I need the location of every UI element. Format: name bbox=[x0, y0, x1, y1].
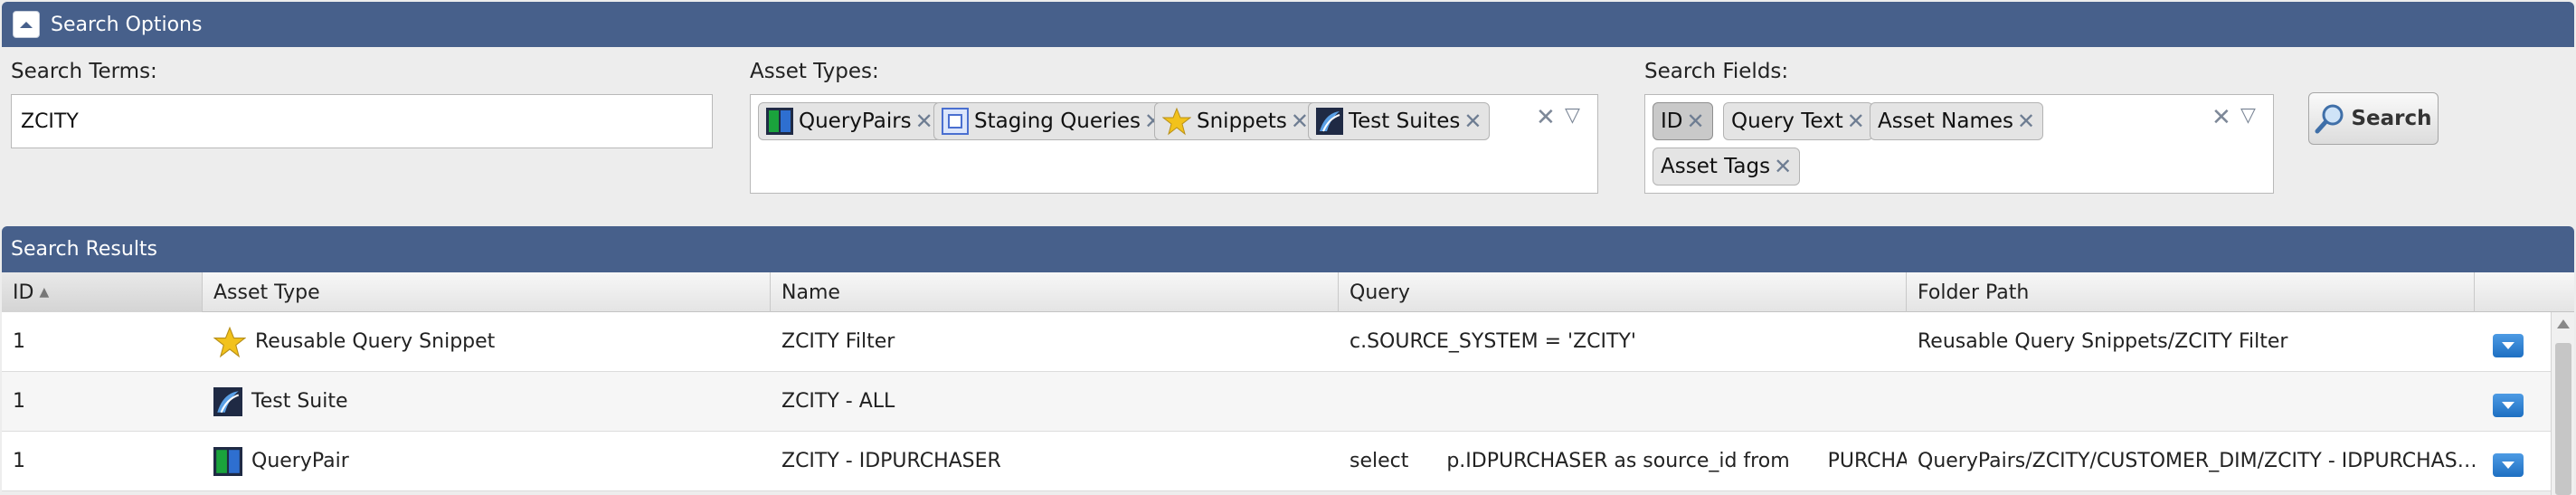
row-menu-button[interactable] bbox=[2493, 453, 2524, 477]
search-button-label: Search bbox=[2351, 107, 2432, 130]
chevron-down-icon bbox=[2502, 462, 2514, 469]
search-field-tag-label: Query Text bbox=[1731, 109, 1843, 133]
cell-asset-type: Test Suite bbox=[203, 372, 771, 431]
cell-query bbox=[1339, 372, 1907, 431]
asset-type-tag-label: Staging Queries bbox=[974, 109, 1141, 133]
column-header-id[interactable]: ID ▲ bbox=[2, 272, 203, 312]
asset-types-tagbox[interactable]: QueryPairs ✕ Staging Queries ✕ Snippets … bbox=[750, 94, 1598, 194]
test-suite-icon bbox=[1316, 108, 1343, 135]
search-results-title: Search Results bbox=[11, 238, 158, 261]
cell-id: 1 bbox=[13, 450, 25, 472]
asset-type-tag-label: Test Suites bbox=[1349, 109, 1461, 133]
search-fields-label: Search Fields: bbox=[1644, 60, 1789, 83]
asset-type-tag-querypairs: QueryPairs ✕ bbox=[758, 102, 942, 140]
column-header-name[interactable]: Name bbox=[771, 272, 1339, 312]
cell-name: ZCITY - ALL bbox=[781, 390, 895, 413]
remove-tag-icon[interactable]: ✕ bbox=[1687, 109, 1705, 134]
asset-type-tag-test-suites: Test Suites ✕ bbox=[1308, 102, 1491, 140]
staging-query-icon bbox=[942, 108, 969, 135]
column-header-query[interactable]: Query bbox=[1339, 272, 1907, 312]
asset-type-tag-label: QueryPairs bbox=[799, 109, 912, 133]
table-row[interactable]: 1 QueryPair ZCITY - IDPURCHASER select p… bbox=[2, 432, 2551, 491]
clear-all-icon[interactable]: ✕ bbox=[1536, 104, 1556, 131]
search-field-tag-label: Asset Names bbox=[1878, 109, 2014, 133]
search-options-title: Search Options bbox=[51, 13, 203, 36]
column-header-asset-type[interactable]: Asset Type bbox=[203, 272, 771, 312]
cell-query: select p.IDPURCHASER as source_id from P… bbox=[1350, 450, 1907, 472]
star-icon bbox=[1162, 107, 1191, 136]
table-row[interactable]: 1 Reusable Query Snippet ZCITY Filter c.… bbox=[2, 312, 2551, 372]
remove-tag-icon[interactable]: ✕ bbox=[1847, 109, 1865, 134]
scroll-thumb[interactable] bbox=[2555, 343, 2571, 495]
search-field-tag-query-text: Query Text ✕ bbox=[1723, 102, 1873, 140]
remove-tag-icon[interactable]: ✕ bbox=[915, 109, 933, 134]
cell-folder-path bbox=[1907, 372, 2475, 431]
cell-name: ZCITY Filter bbox=[781, 330, 895, 353]
table-row[interactable]: 1 Test Suite ZCITY - ALL bbox=[2, 372, 2551, 432]
cell-folder-path: Reusable Query Snippets/ZCITY Filter bbox=[1918, 330, 2288, 353]
cell-asset-type: Reusable Query Snippet bbox=[203, 312, 771, 371]
asset-types-label: Asset Types: bbox=[750, 60, 879, 83]
search-fields-tagbox[interactable]: ID ✕ Query Text ✕ Asset Names ✕ Asset Ta… bbox=[1644, 94, 2274, 194]
scroll-up-icon[interactable] bbox=[2557, 319, 2570, 328]
search-terms-label: Search Terms: bbox=[11, 60, 157, 83]
column-header-folder-path[interactable]: Folder Path bbox=[1907, 272, 2475, 312]
star-icon bbox=[213, 326, 246, 357]
remove-tag-icon[interactable]: ✕ bbox=[1463, 109, 1482, 134]
cell-id: 1 bbox=[13, 330, 25, 353]
row-menu-button[interactable] bbox=[2493, 334, 2524, 357]
cell-id: 1 bbox=[13, 390, 25, 413]
search-terms-input[interactable] bbox=[11, 94, 713, 148]
querypair-icon bbox=[766, 108, 793, 135]
remove-tag-icon[interactable]: ✕ bbox=[2017, 109, 2035, 134]
dropdown-arrow-icon[interactable]: ▽ bbox=[2240, 104, 2256, 127]
search-field-tag-label: Asset Tags bbox=[1661, 155, 1771, 178]
dropdown-arrow-icon[interactable]: ▽ bbox=[1565, 104, 1580, 127]
search-button[interactable]: Search bbox=[2308, 92, 2439, 145]
results-scrollbar[interactable] bbox=[2551, 312, 2574, 495]
asset-type-tag-staging-queries: Staging Queries ✕ bbox=[933, 102, 1171, 140]
chevron-up-icon bbox=[20, 22, 33, 28]
cell-folder-path: QueryPairs/ZCITY/CUSTOMER_DIM/ZCITY - ID… bbox=[1918, 450, 2475, 472]
chevron-down-icon bbox=[2502, 402, 2514, 409]
search-field-tag-id: ID ✕ bbox=[1653, 102, 1713, 140]
cell-query: c.SOURCE_SYSTEM = 'ZCITY' bbox=[1350, 330, 1636, 353]
querypair-icon bbox=[213, 446, 242, 476]
column-header-actions bbox=[2475, 272, 2574, 312]
asset-type-tag-label: Snippets bbox=[1197, 109, 1287, 133]
remove-tag-icon[interactable]: ✕ bbox=[1291, 109, 1309, 134]
asset-type-text: QueryPair bbox=[251, 450, 349, 472]
search-results-header: Search Results bbox=[2, 226, 2574, 272]
asset-type-text: Reusable Query Snippet bbox=[255, 330, 496, 353]
cell-asset-type: QueryPair bbox=[203, 432, 771, 490]
search-field-tag-asset-names: Asset Names ✕ bbox=[1870, 102, 2044, 140]
asset-type-text: Test Suite bbox=[251, 390, 348, 413]
magnifier-icon bbox=[2315, 104, 2344, 134]
cell-name: ZCITY - IDPURCHASER bbox=[781, 450, 1001, 472]
asset-type-tag-snippets: Snippets ✕ bbox=[1154, 102, 1318, 140]
remove-tag-icon[interactable]: ✕ bbox=[1774, 154, 1792, 179]
test-suite-icon bbox=[213, 386, 242, 416]
search-field-tag-asset-tags: Asset Tags ✕ bbox=[1653, 148, 1801, 186]
collapse-toggle-button[interactable] bbox=[13, 11, 40, 38]
clear-all-icon[interactable]: ✕ bbox=[2211, 104, 2231, 131]
chevron-down-icon bbox=[2502, 342, 2514, 349]
search-options-header: Search Options bbox=[2, 2, 2574, 47]
results-grid-header: ID ▲ Asset Type Name Query Folder Path bbox=[2, 272, 2574, 312]
row-menu-button[interactable] bbox=[2493, 394, 2524, 417]
search-field-tag-label: ID bbox=[1661, 109, 1683, 133]
sort-ascending-icon: ▲ bbox=[39, 285, 50, 300]
